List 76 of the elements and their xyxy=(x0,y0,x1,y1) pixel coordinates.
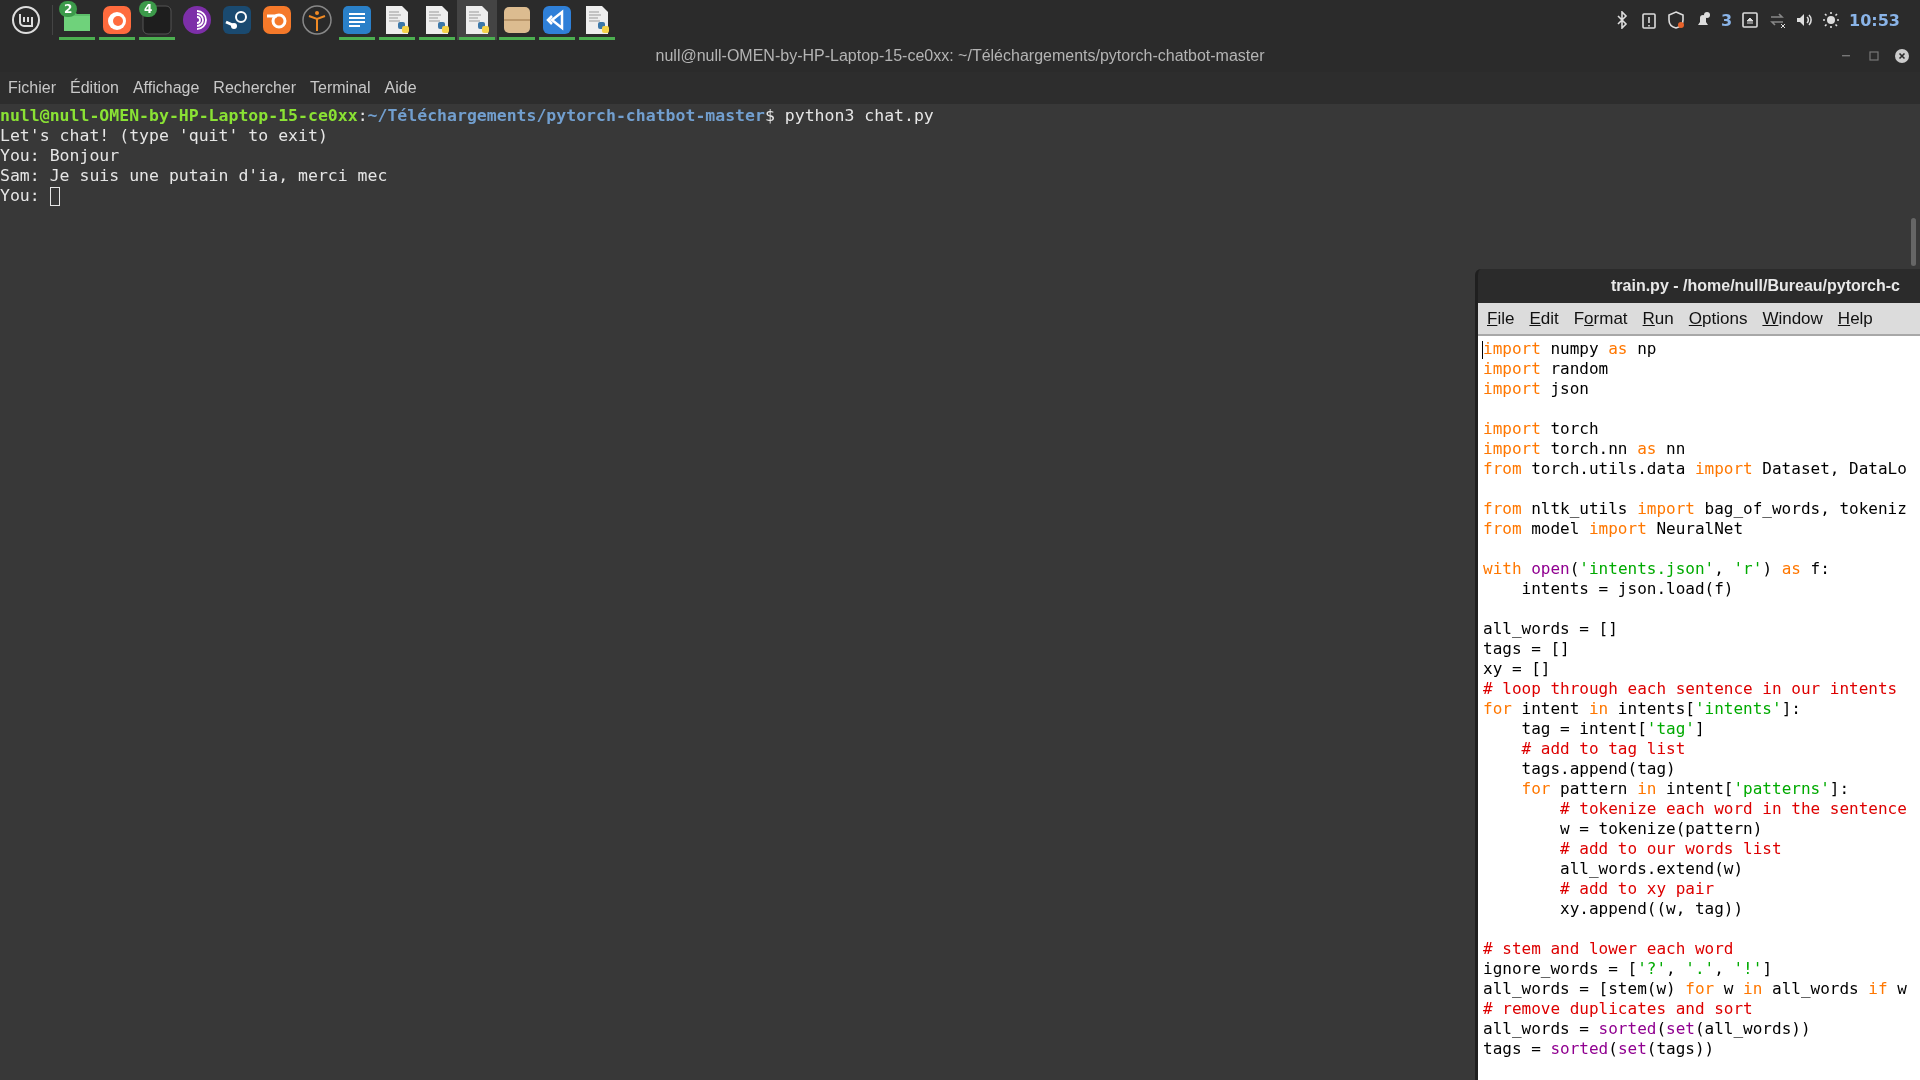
code-line: xy = [] xyxy=(1483,659,1551,679)
clock[interactable]: 10:53 xyxy=(1849,10,1900,30)
leaf-logo-icon xyxy=(11,5,41,35)
code-line: from model import NeuralNet xyxy=(1483,519,1744,539)
rings-icon xyxy=(181,4,213,36)
code-line: import torch xyxy=(1483,419,1599,439)
close-icon xyxy=(1895,49,1909,63)
code-line: from torch.utils.data import Dataset, DataLo xyxy=(1483,459,1907,479)
terminal-line: Let's chat! (type 'quit' to exit) xyxy=(0,126,329,146)
maximize-icon xyxy=(1867,49,1881,63)
terminal-line: Sam: Je suis une putain d'ia, merci mec xyxy=(0,166,389,186)
notification-count: 3 xyxy=(1720,10,1733,30)
code-line: import json xyxy=(1483,379,1589,399)
launcher-button[interactable] xyxy=(457,0,497,40)
menu-item[interactable]: Options xyxy=(1682,306,1754,331)
code-line: intents = json.load(f) xyxy=(1520,579,1734,599)
code-line: tags.append(tag) xyxy=(1520,759,1676,779)
window-title: null@null-OMEN-by-HP-Laptop-15-ce0xx: ~/Téléchargements/pytorch-chatbot-master xyxy=(655,47,1265,65)
network-disconnected-icon[interactable] xyxy=(1768,11,1787,29)
eject-icon[interactable] xyxy=(1741,11,1760,29)
box-icon xyxy=(501,4,533,36)
code-line: all_words.extend(w) xyxy=(1559,859,1744,879)
code-line: w = tokenize(pattern) xyxy=(1559,819,1763,839)
menu-item[interactable]: Fichier xyxy=(2,75,62,101)
scrollbar-thumb[interactable] xyxy=(1911,218,1916,266)
code-line: import numpy as np xyxy=(1483,339,1657,359)
clipboard-alert-icon[interactable] xyxy=(1639,11,1658,29)
menu-item[interactable]: Window xyxy=(1756,306,1829,331)
code-line: with open('intents.json', 'r') as f: xyxy=(1483,559,1830,579)
minimize-icon xyxy=(1842,55,1850,57)
code-line: for pattern in intent['patterns']: xyxy=(1520,779,1850,799)
code-line: tags = [] xyxy=(1483,639,1570,659)
window-count: 2 xyxy=(59,1,78,17)
close-button[interactable] xyxy=(1892,46,1912,66)
code-line: tag = intent['tag'] xyxy=(1520,719,1705,739)
brightness-icon[interactable] xyxy=(1822,11,1841,29)
menu-item[interactable]: Aide xyxy=(378,75,423,101)
code-line: # add to xy pair xyxy=(1559,879,1715,899)
launcher-button[interactable]: 4 xyxy=(137,0,177,40)
menu-item[interactable]: Edit xyxy=(1523,306,1565,331)
terminal-line: null@null-OMEN-by-HP-Laptop-15-ce0xx:~/Téléchargements/pytorch-chatbot-master$ python3 chat.py xyxy=(0,106,935,126)
code-line: all_words = [stem(w) for w in all_words if w xyxy=(1483,979,1907,999)
code-line: import torch.nn as nn xyxy=(1483,439,1686,459)
menu-item[interactable]: Terminal xyxy=(304,75,377,101)
code-line: for intent in intents['intents']: xyxy=(1483,699,1801,719)
code-line: # loop through each sentence in our intents xyxy=(1483,679,1898,699)
menu-item[interactable]: File xyxy=(1481,306,1521,331)
window-title: train.py - /home/null/Bureau/pytorch-c xyxy=(1611,277,1900,295)
menu-item[interactable]: Run xyxy=(1636,306,1680,331)
code-line: tags = sorted(set(tags)) xyxy=(1483,1039,1715,1059)
code-line: # add to our words list xyxy=(1559,839,1782,859)
window-count: 4 xyxy=(139,1,158,17)
volume-icon[interactable] xyxy=(1795,11,1814,29)
code-line: ignore_words = ['?', '.', '!'] xyxy=(1483,959,1772,979)
terminal-line: You: xyxy=(0,186,41,206)
orbit-icon xyxy=(261,4,293,36)
code-line: import random xyxy=(1483,359,1609,379)
launcher-button[interactable]: 2 xyxy=(57,0,97,40)
menu-item[interactable]: Affichage xyxy=(126,75,206,101)
code-editor-icon xyxy=(541,4,573,36)
shield-icon[interactable] xyxy=(1666,11,1685,29)
code-line: # stem and lower each word xyxy=(1483,939,1734,959)
code-line: all_words = [] xyxy=(1483,619,1618,639)
menu-item[interactable]: Format xyxy=(1567,306,1634,331)
document-icon xyxy=(341,4,373,36)
code-line: all_words = sorted(set(all_words)) xyxy=(1483,1019,1811,1039)
code-line: from nltk_utils import bag_of_words, tokeniz xyxy=(1483,499,1907,519)
terminal-line: You: Bonjour xyxy=(0,146,121,166)
menu-item[interactable]: Rechercher xyxy=(207,75,303,101)
menu-item[interactable]: Édition xyxy=(64,75,125,101)
code-line: # remove duplicates and sort xyxy=(1483,999,1753,1019)
person-icon xyxy=(301,4,333,36)
code-line: # tokenize each word in the sentence xyxy=(1559,799,1907,819)
code-line: xy.append((w, tag)) xyxy=(1559,899,1744,919)
code-line: # add to tag list xyxy=(1520,739,1686,759)
menu-item[interactable]: Help xyxy=(1831,306,1879,331)
